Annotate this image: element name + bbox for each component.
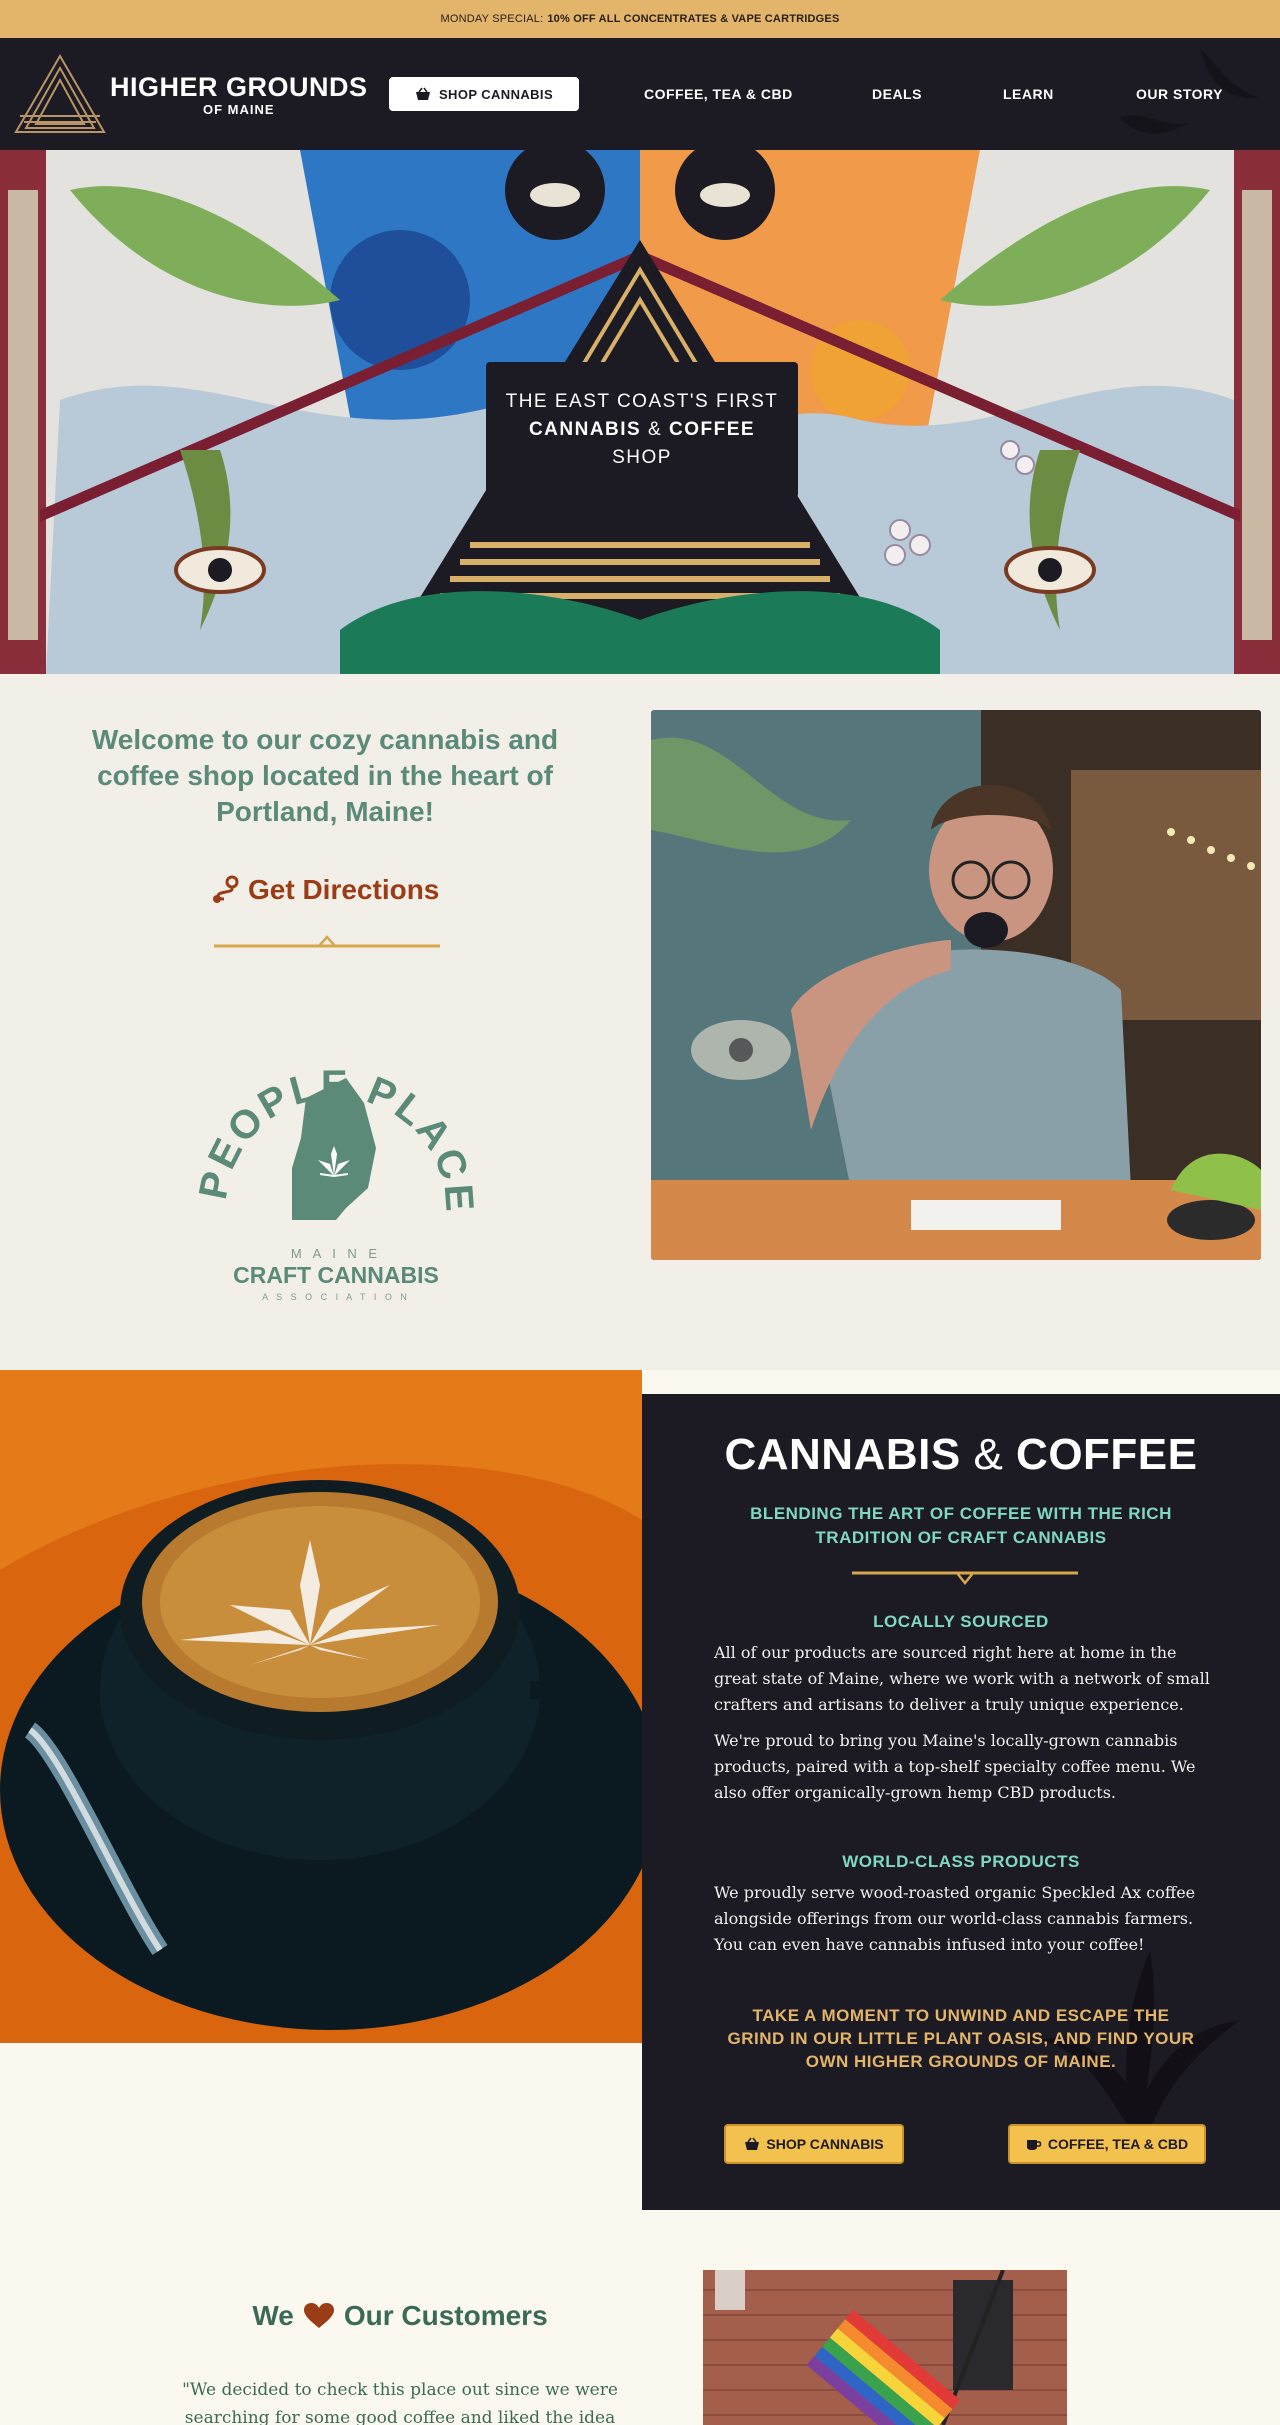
cannabis-coffee-title: CANNABIS & COFFEE (642, 1430, 1280, 1480)
people-place-plant-logo: PEOPLE PLACE PLANT M A I N E CRAFT CANNA… (180, 973, 479, 1318)
hero-line-2: CANNABIS & COFFEE (529, 416, 755, 444)
hero-line-1: THE EAST COAST'S FIRST (505, 391, 779, 412)
site-logo[interactable]: HIGHER GROUNDS OF MAINE (12, 52, 368, 136)
leaf-decoration-icon (1120, 48, 1260, 134)
site-header: HIGHER GROUNDS OF MAINE SHOP CANNABIS CO… (0, 38, 1280, 150)
locally-sourced-heading: LOCALLY SOURCED (873, 1612, 1049, 1631)
brick-building-pride-flag-image (703, 2270, 1067, 2425)
directions-route-icon (213, 875, 239, 903)
welcome-title: Welcome to our cozy cannabis and coffee … (91, 724, 559, 827)
customer-quote: "We decided to check this place out sinc… (182, 2380, 618, 2425)
announcement-prefix: MONDAY SPECIAL: (440, 13, 544, 25)
customer-drinking-coffee-photo (651, 710, 1261, 1260)
panel-coffee-tea-cbd-label: COFFEE, TEA & CBD (1047, 2136, 1189, 2152)
nav-coffee-tea-cbd[interactable]: COFFEE, TEA & CBD (644, 86, 793, 102)
hero-coffee: COFFEE (668, 419, 756, 440)
basket-icon (745, 2137, 760, 2150)
customers-title-we: We (252, 2300, 294, 2331)
unwind-callout: TAKE A MOMENT TO UNWIND AND ESCAPE THE G… (727, 2006, 1195, 2071)
get-directions-label: Get Directions (248, 874, 440, 905)
customers-title: We Our Customers (200, 2300, 600, 2332)
customers-title-rest: Our Customers (343, 2300, 548, 2331)
announcement-bar: MONDAY SPECIAL: 10% OFF ALL CONCENTRATES… (0, 0, 1280, 38)
world-class-paragraph: We proudly serve wood-roasted organic Sp… (714, 1883, 1196, 1954)
panel-coffee-tea-cbd-button[interactable]: COFFEE, TEA & CBD (1008, 2124, 1206, 2164)
panel-shop-cannabis-label: SHOP CANNABIS (766, 2136, 884, 2152)
welcome-section: Welcome to our cozy cannabis and coffee … (0, 674, 1280, 1370)
heart-icon (303, 2303, 334, 2328)
latte-art-photo (0, 1370, 642, 2043)
badge-assoc-text: A S S O C I A T I O N (262, 1292, 410, 1302)
cc-title-coffee: COFFEE (1016, 1430, 1198, 1479)
locally-sourced-paragraph-1: All of our products are sourced right he… (714, 1643, 1210, 1714)
locally-sourced-paragraph-2: We're proud to bring you Maine's locally… (714, 1731, 1196, 1802)
cafe-window-image (651, 710, 1261, 1260)
cannabis-coffee-subtitle: BLENDING THE ART OF COFFEE WITH THE RICH… (750, 1504, 1172, 1547)
cc-title-ampersand: & (973, 1430, 1004, 1479)
coffee-cup-icon (1026, 2140, 1042, 2150)
cc-title-cannabis: CANNABIS (724, 1430, 961, 1479)
world-class-heading: WORLD-CLASS PRODUCTS (842, 1852, 1080, 1871)
badge-name-text: CRAFT CANNABIS (233, 1262, 439, 1288)
hero-cannabis: CANNABIS (528, 419, 642, 440)
badge-state-text: M A I N E (291, 1246, 381, 1261)
pride-flag-photo (703, 2270, 1067, 2425)
hero-banner: THE EAST COAST'S FIRST CANNABIS & COFFEE… (0, 150, 1280, 674)
nav-learn[interactable]: LEARN (1003, 86, 1054, 102)
logo-title: HIGHER GROUNDS (110, 71, 368, 102)
shop-cannabis-label: SHOP CANNABIS (438, 86, 554, 102)
basket-icon (415, 87, 430, 100)
panel-shop-cannabis-button[interactable]: SHOP CANNABIS (724, 2124, 904, 2164)
section-divider-icon (852, 1571, 1078, 1586)
logo-subtitle: OF MAINE (202, 101, 275, 117)
nav-deals[interactable]: DEALS (872, 86, 922, 102)
hero-line-3: SHOP (612, 447, 672, 468)
announcement-highlight: 10% OFF ALL CONCENTRATES & VAPE CARTRIDG… (547, 13, 840, 25)
maine-craft-cannabis-badge-icon: PEOPLE PLACE PLANT M A I N E CRAFT CANNA… (180, 973, 479, 1302)
get-directions-link[interactable]: Get Directions (210, 874, 439, 906)
hero-ampersand: & (648, 419, 663, 440)
cannabis-coffee-panel: CANNABIS & COFFEE BLENDING THE ART OF CO… (642, 1394, 1280, 2210)
section-divider-icon (214, 935, 440, 948)
shop-cannabis-button[interactable]: SHOP CANNABIS (389, 77, 579, 111)
hero-tagline-box: THE EAST COAST'S FIRST CANNABIS & COFFEE… (486, 362, 798, 498)
cannabis-latte-image (0, 1370, 642, 2043)
triangle-logo-icon (14, 54, 106, 133)
